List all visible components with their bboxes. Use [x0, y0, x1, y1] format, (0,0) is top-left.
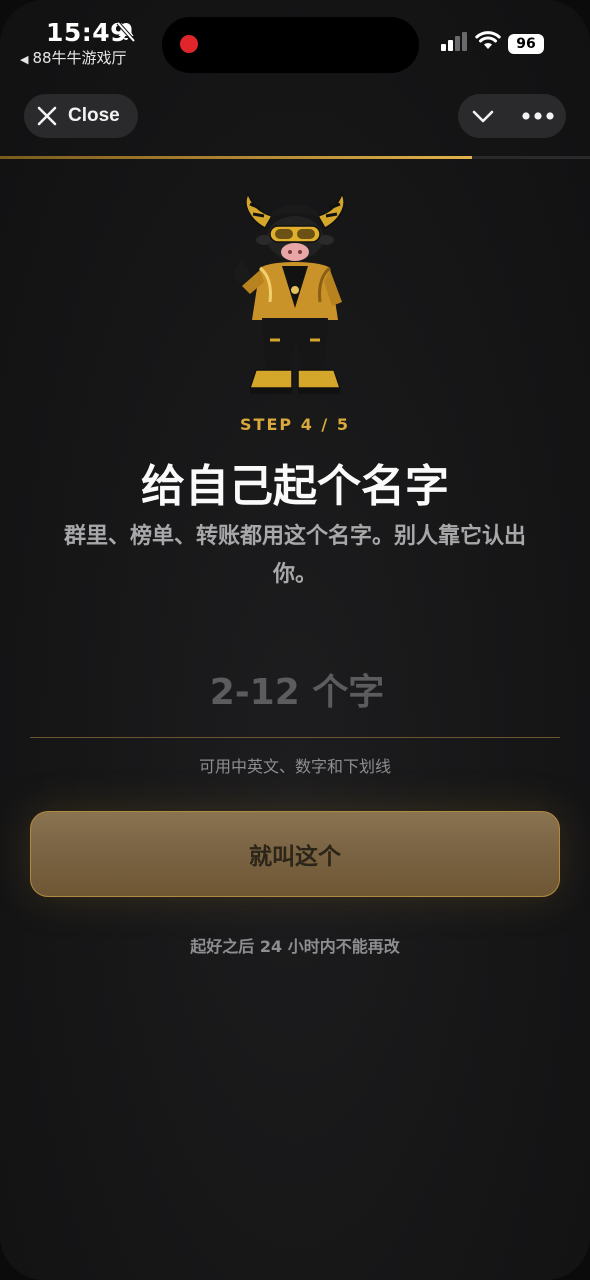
chevron-down-icon[interactable]	[471, 105, 495, 127]
back-triangle-icon: ◀	[20, 53, 29, 66]
status-bar: 15:49 ◀ 88牛牛游戏厅 96	[0, 0, 590, 80]
miniapp-menu-capsule	[458, 94, 566, 138]
close-label: Close	[68, 105, 120, 126]
more-dots-icon[interactable]	[522, 112, 554, 120]
close-icon	[37, 106, 57, 126]
rename-cooldown-note: 起好之后 24 小时内不能再改	[190, 937, 400, 956]
dynamic-island	[162, 17, 419, 73]
step-progress-fill	[0, 156, 472, 159]
confirm-name-button[interactable]: 就叫这个	[30, 811, 560, 897]
input-hint: 可用中英文、数字和下划线	[198, 757, 391, 776]
back-to-app-link[interactable]: ◀ 88牛牛游戏厅	[20, 47, 127, 68]
back-app-label: 88牛牛游戏厅	[32, 49, 127, 67]
close-button[interactable]: Close	[24, 94, 138, 138]
step-indicator: STEP 4 / 5	[240, 415, 350, 434]
wifi-icon	[475, 31, 501, 49]
bell-muted-icon	[116, 21, 136, 43]
page-title: 给自己起个名字	[141, 461, 449, 512]
step-progress-bar	[0, 156, 590, 159]
bull-mascot-image	[234, 192, 345, 394]
battery-level: 96	[508, 34, 544, 54]
name-input-underline	[30, 737, 560, 738]
recording-indicator	[180, 35, 198, 53]
app-screen: 15:49 ◀ 88牛牛游戏厅 96 Close STEP 4 / 5 给自己起…	[0, 0, 590, 1280]
page-description: 群里、榜单、转账都用这个名字。别人靠它认出你。	[63, 524, 526, 587]
name-input[interactable]	[30, 660, 564, 724]
cellular-signal-icon	[441, 29, 467, 51]
